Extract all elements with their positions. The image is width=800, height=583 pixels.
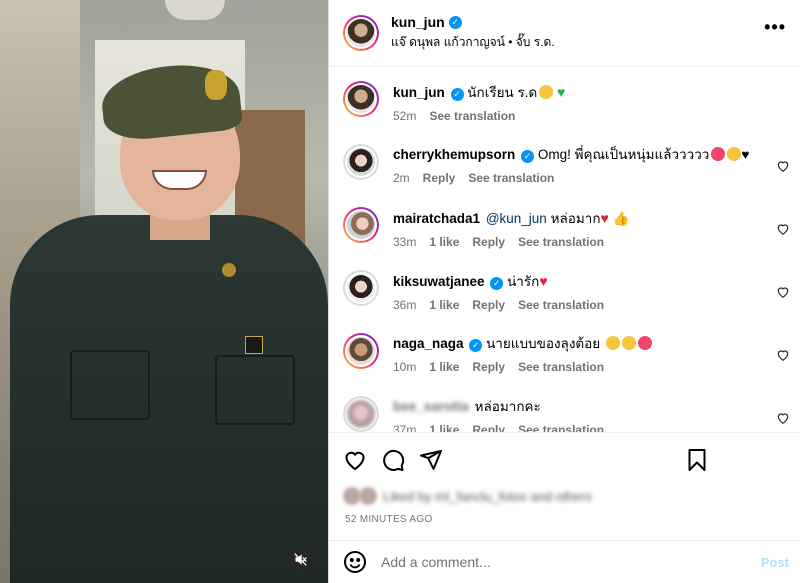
photo-right-pocket <box>215 355 295 425</box>
avatar[interactable] <box>347 274 375 302</box>
photo-chest-patch <box>245 336 263 354</box>
avatar[interactable] <box>347 400 375 428</box>
avatar[interactable] <box>347 148 375 176</box>
comment-username[interactable]: mairatchada1 <box>393 211 480 226</box>
muted-audio-button[interactable] <box>288 547 312 571</box>
mention-link[interactable]: @kun_jun <box>486 211 547 226</box>
see-translation-link[interactable]: See translation <box>468 171 554 185</box>
photo-beret-badge <box>205 70 227 100</box>
photo-left-pocket <box>70 350 150 420</box>
reply-button[interactable]: Reply <box>472 360 505 374</box>
comment-text: หล่อมาก <box>550 211 601 226</box>
comment-like-heart-icon[interactable] <box>776 222 790 236</box>
green-heart-emoji-icon: ♥ <box>557 84 566 100</box>
verified-badge-icon: ✓ <box>450 88 464 101</box>
smile-emoji-icon <box>539 85 554 99</box>
comment-text: หล่อมากคะ <box>474 399 541 414</box>
comment-like-heart-icon[interactable] <box>776 159 790 173</box>
comment-username[interactable]: bee_sarotta <box>393 399 469 414</box>
comment-item: naga_naga ✓ นายแบบของลุงต้อย 10m 1 like … <box>329 333 800 396</box>
comment-time[interactable]: 10m <box>393 360 416 374</box>
comment-composer: Post <box>329 540 800 583</box>
reply-button[interactable]: Reply <box>423 171 456 185</box>
photo-ceiling-lamp <box>165 0 225 20</box>
see-translation-link[interactable]: See translation <box>518 423 604 432</box>
post-side-panel: kun_jun ✓ แจ๊ ดนุพล แก้วกาญจน์ • จั๊บ ร.… <box>328 0 800 583</box>
caption-username[interactable]: kun_jun <box>393 85 445 100</box>
post-dialog: kun_jun ✓ แจ๊ ดนุพล แก้วกาญจน์ • จั๊บ ร.… <box>0 0 800 583</box>
comment-item: bee_sarotta หล่อมากคะ 37m 1 like Reply S… <box>329 396 800 432</box>
post-comment-button[interactable]: Post <box>761 555 789 570</box>
red-heart-emoji-icon: ♥ <box>600 210 609 226</box>
bookmark-icon[interactable] <box>685 448 709 472</box>
photo-collar-pin <box>222 263 236 277</box>
comment-username[interactable]: cherrykhemupsorn <box>393 147 515 162</box>
comment-likes[interactable]: 1 like <box>429 360 459 374</box>
comment-input[interactable] <box>381 554 741 570</box>
comment-likes[interactable]: 1 like <box>429 298 459 312</box>
comment-username[interactable]: naga_naga <box>393 336 464 351</box>
post-photo[interactable] <box>0 0 328 583</box>
comment-like-heart-icon[interactable] <box>776 411 790 425</box>
comment-item: cherrykhemupsorn ✓ Omg! พี่คุณเป็นหนุ่มแ… <box>329 144 800 207</box>
heart-eyes-emoji-icon <box>637 336 652 350</box>
see-translation-link[interactable]: See translation <box>518 235 604 249</box>
avatar[interactable] <box>347 337 375 365</box>
avatar[interactable] <box>347 211 375 239</box>
comment-icon[interactable] <box>381 448 405 472</box>
liked-by-text[interactable]: Liked by mt_fanclu_fotos and others <box>383 489 592 504</box>
comment-time[interactable]: 36m <box>393 298 416 312</box>
comment-item: kiksuwatjanee ✓ น่ารัก♥ 36m 1 like Reply… <box>329 270 800 333</box>
reply-button[interactable]: Reply <box>472 423 505 432</box>
red-heart-emoji-icon: ♥ <box>539 273 548 289</box>
see-translation-link[interactable]: See translation <box>518 298 604 312</box>
heart-eyes-emoji-icon <box>711 147 726 161</box>
more-options-icon[interactable]: ••• <box>764 18 786 36</box>
author-avatar[interactable] <box>343 15 379 51</box>
comment-time[interactable]: 37m <box>393 423 416 432</box>
black-heart-emoji-icon: ♥ <box>741 147 750 162</box>
post-subtitle: แจ๊ ดนุพล แก้วกาญจน์ • จั๊บ ร.ด. <box>391 35 555 49</box>
comment-text: นายแบบของลุงต้อย <box>486 336 601 351</box>
comment-item: mairatchada1 @kun_jun หล่อมาก♥ 👍 33m 1 l… <box>329 207 800 270</box>
verified-badge-icon: ✓ <box>469 339 483 352</box>
emoji-icon[interactable] <box>343 550 367 574</box>
comment-username[interactable]: kiksuwatjanee <box>393 274 485 289</box>
reply-button[interactable]: Reply <box>472 298 505 312</box>
share-icon[interactable] <box>419 448 443 472</box>
avatar[interactable] <box>347 85 375 113</box>
comment-time[interactable]: 2m <box>393 171 410 185</box>
comment-like-heart-icon[interactable] <box>776 285 790 299</box>
comment-text: Omg! พี่คุณเป็นหนุ่มแล้ววววว <box>537 147 710 162</box>
comment-likes[interactable]: 1 like <box>429 235 459 249</box>
thumbs-up-emoji-icon: 👍 <box>612 211 630 226</box>
laughing-emoji-icon <box>605 336 620 350</box>
heart-icon[interactable] <box>343 448 367 472</box>
post-actions-bar <box>329 432 800 482</box>
verified-badge-icon: ✓ <box>490 277 504 290</box>
reply-button[interactable]: Reply <box>472 235 505 249</box>
post-header: kun_jun ✓ แจ๊ ดนุพล แก้วกาญจน์ • จั๊บ ร.… <box>329 0 800 67</box>
muted-audio-icon <box>293 552 307 566</box>
avatar <box>359 487 377 505</box>
laughing-emoji-icon <box>621 336 636 350</box>
author-username[interactable]: kun_jun <box>391 14 445 30</box>
verified-badge-icon: ✓ <box>521 150 535 163</box>
comment-like-heart-icon[interactable] <box>776 348 790 362</box>
caption: kun_jun ✓ นักเรียน ร.ด ♥ 52m See transla… <box>329 81 800 144</box>
comment-likes[interactable]: 1 like <box>429 423 459 432</box>
post-timestamp[interactable]: 52 MINUTES AGO <box>345 514 433 525</box>
liked-by-row[interactable]: Liked by mt_fanclu_fotos and others <box>343 487 592 505</box>
caption-time[interactable]: 52m <box>393 109 416 123</box>
comment-text: น่ารัก <box>507 274 540 289</box>
comment-time[interactable]: 33m <box>393 235 416 249</box>
see-translation-link[interactable]: See translation <box>429 109 515 123</box>
caption-text: นักเรียน ร.ด <box>467 85 538 100</box>
smile-emoji-icon <box>727 147 742 161</box>
see-translation-link[interactable]: See translation <box>518 360 604 374</box>
comments-list[interactable]: kun_jun ✓ นักเรียน ร.ด ♥ 52m See transla… <box>329 67 800 432</box>
verified-badge-icon: ✓ <box>448 15 462 29</box>
